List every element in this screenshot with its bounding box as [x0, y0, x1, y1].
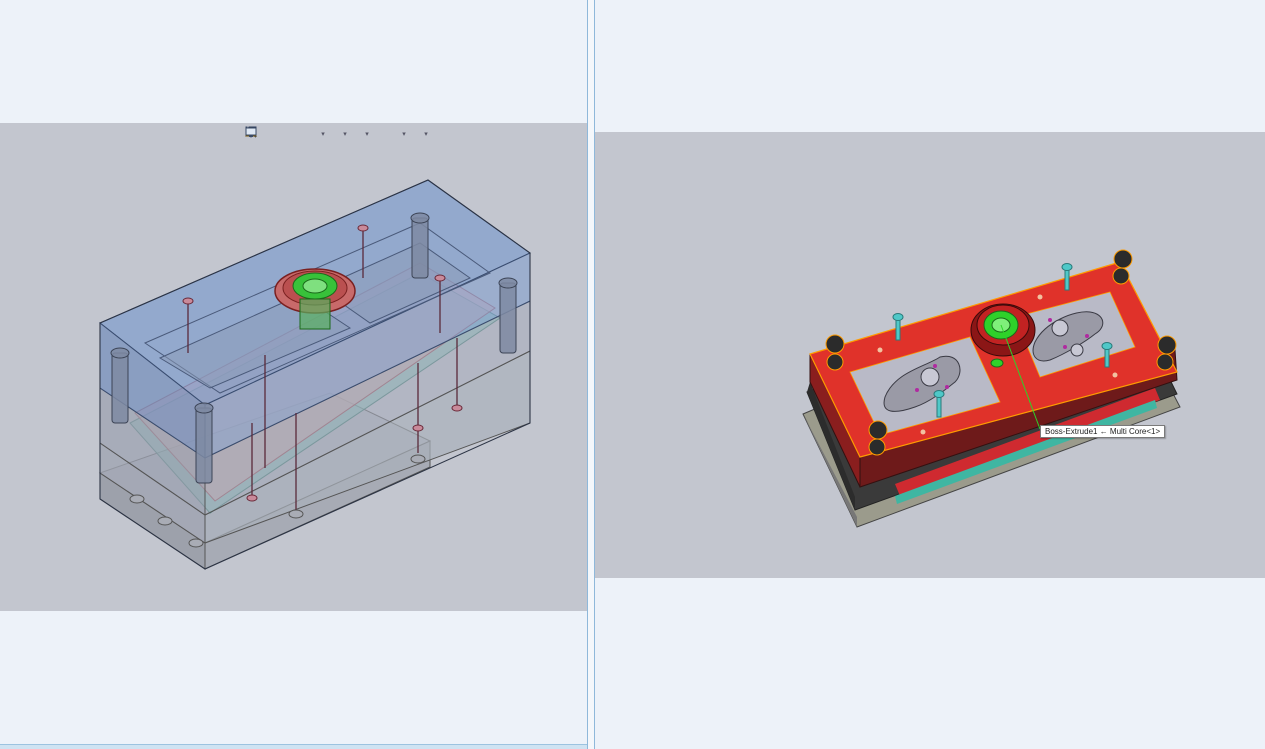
left-graphics-area[interactable]: ▾ ▾ ▾ ▾ ▾	[0, 123, 587, 611]
status-strip	[0, 744, 587, 749]
feature-tooltip: Boss-Extrude1 ← Multi Core<1>	[1040, 425, 1166, 438]
transparent-mold-assembly-model[interactable]	[0, 123, 587, 611]
shaded-mold-base-model[interactable]	[595, 132, 1265, 578]
left-document-window: ▾ ▾ ▾ ▾ ▾	[0, 0, 587, 749]
right-document-window: Boss-Extrude1 ← Multi Core<1>	[595, 0, 1265, 749]
right-graphics-area[interactable]: Boss-Extrude1 ← Multi Core<1>	[595, 132, 1265, 578]
